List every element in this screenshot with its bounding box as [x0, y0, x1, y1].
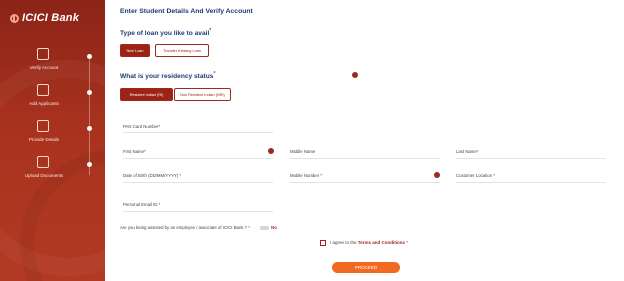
page-title: Enter Student Details And Verify Account: [120, 8, 253, 15]
sidebar: ICICI Bank Verify Account Add Applicants…: [0, 0, 105, 281]
first-name-field[interactable]: First Name*: [123, 149, 146, 154]
new-loan-button[interactable]: New Loan: [120, 44, 150, 57]
assisted-toggle[interactable]: [260, 226, 269, 230]
assisted-question: Are you being assisted by an employee / …: [120, 225, 250, 230]
customer-location-field[interactable]: Customer Location *: [456, 173, 495, 178]
sidebar-step-label: Upload Documents: [24, 173, 64, 178]
middle-name-field[interactable]: Middle Name: [290, 149, 315, 154]
mobile-number-underline: [290, 182, 440, 183]
email-field[interactable]: Personal Email ID *: [123, 202, 160, 207]
dob-underline: [123, 182, 273, 183]
step-dot: [87, 126, 92, 131]
pan-card-underline: [123, 132, 273, 133]
sidebar-step-label: Verify Account: [29, 65, 59, 70]
terms-checkbox[interactable]: [320, 240, 326, 246]
step-dot: [87, 90, 92, 95]
sidebar-step-label: Add Applicants: [29, 101, 59, 106]
step-dot: [87, 54, 92, 59]
loan-type-question: Type of loan you like to avail*: [120, 28, 212, 38]
last-name-field[interactable]: Last Name*: [456, 149, 478, 154]
middle-name-underline: [290, 158, 440, 159]
upload-doc-icon: [37, 156, 49, 168]
email-underline: [123, 211, 273, 212]
first-name-underline: [123, 158, 273, 159]
pan-card-field[interactable]: PAN Card Number*: [123, 124, 160, 129]
step-dot: [87, 162, 92, 167]
terms-link[interactable]: Terms and Conditions: [358, 240, 405, 245]
assisted-value: No: [271, 225, 277, 230]
document-icon: [37, 120, 49, 132]
icici-logo-icon: [10, 13, 19, 23]
mobile-info-icon[interactable]: [434, 172, 440, 178]
main-panel: Enter Student Details And Verify Account…: [105, 0, 624, 281]
dob-field[interactable]: Date of Birth (DD/MM/YYYY) *: [123, 173, 181, 178]
info-dot: [352, 72, 358, 78]
proceed-button[interactable]: PROCEED: [332, 262, 400, 273]
progress-rail: [89, 55, 90, 175]
users-icon: [37, 84, 49, 96]
non-resident-indian-button[interactable]: Non Resident Indian (NRI): [174, 88, 231, 101]
brand-name: ICICI Bank: [22, 12, 80, 24]
first-name-info-icon[interactable]: [268, 148, 274, 154]
mobile-number-field[interactable]: Mobile Number *: [290, 173, 322, 178]
resident-indian-button[interactable]: Resident Indian (RI): [120, 88, 173, 101]
sidebar-step-label: Provide Details: [28, 137, 60, 142]
residency-question: What is your residency status*: [120, 71, 216, 81]
transfer-existing-loan-button[interactable]: Transfer Existing Loan: [155, 44, 209, 57]
brand-logo[interactable]: ICICI Bank: [10, 12, 79, 24]
terms-text: I agree to the Terms and Conditions *: [330, 240, 408, 245]
customer-location-underline: [456, 182, 606, 183]
last-name-underline: [456, 158, 606, 159]
shield-check-icon: [37, 48, 49, 60]
